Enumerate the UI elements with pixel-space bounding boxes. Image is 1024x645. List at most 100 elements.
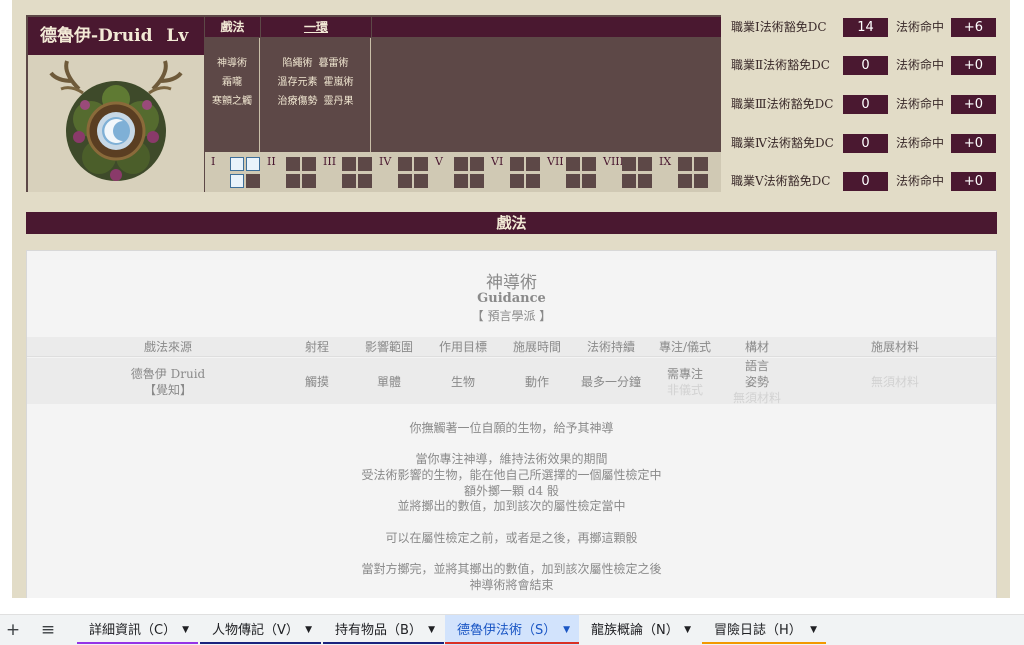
dc-row-class-3: 職業Ⅲ法術豁免DC 0 法術命中 +0	[731, 94, 1006, 114]
level1-spell-item[interactable]: 霍嵐術	[324, 73, 354, 92]
spell-name-english: Guidance	[477, 291, 546, 306]
spell-hit-value[interactable]: +0	[951, 56, 996, 75]
header-area: 影響範圍	[364, 340, 414, 354]
spell-slot-checkbox[interactable]	[678, 157, 692, 171]
component-verbal: 語言	[744, 359, 770, 373]
spell-slot-checkbox[interactable]	[622, 157, 636, 171]
all-sheets-menu-icon[interactable]: ≡	[38, 619, 58, 641]
tab-color-underline	[200, 642, 321, 644]
spell-slot-checkbox[interactable]	[526, 174, 540, 188]
spell-slot-checkbox[interactable]	[566, 157, 580, 171]
spell-slot-group: VIII	[600, 154, 654, 190]
chevron-down-icon[interactable]: ▼	[305, 615, 312, 645]
spell-slot-level-label: V	[435, 155, 443, 168]
spell-slot-checkbox[interactable]	[414, 157, 428, 171]
spell-slot-checkbox[interactable]	[230, 157, 244, 171]
description-line: 神導術將會結束	[469, 577, 554, 592]
description-line	[27, 437, 996, 453]
spell-slot-checkbox[interactable]	[286, 174, 300, 188]
spell-slot-checkbox[interactable]	[246, 157, 260, 171]
chevron-down-icon[interactable]: ▼	[428, 615, 435, 645]
spell-casting-time: 動作	[524, 375, 550, 389]
spell-slot-checkbox[interactable]	[510, 157, 524, 171]
spell-slot-checkbox[interactable]	[246, 174, 260, 188]
cantrip-item[interactable]: 寒顫之觸	[205, 92, 259, 111]
spell-description: 你撫觸著一位自願的生物，給予其神導 當你專注神導，維持法術效果的期間 受法術影響…	[27, 421, 996, 594]
dc-value[interactable]: 0	[843, 134, 888, 153]
tab-dragon-lore[interactable]: 龍族概論（N） ▼	[579, 615, 700, 645]
section-title: 戲法	[26, 212, 997, 234]
spell-duration: 最多一分鐘	[580, 375, 642, 389]
spell-slot-checkbox[interactable]	[342, 174, 356, 188]
spell-slot-checkbox[interactable]	[566, 174, 580, 188]
level1-spell-item[interactable]: 溫存元素	[278, 73, 318, 92]
sheet-tab-bar: + ≡ 詳細資訊（C） ▼ 人物傳記（V） ▼ 持有物品（B） ▼ 德魯伊法術（…	[0, 614, 1024, 645]
spell-slot-checkbox[interactable]	[302, 174, 316, 188]
spell-slot-checkbox[interactable]	[454, 157, 468, 171]
spell-slot-checkbox[interactable]	[622, 174, 636, 188]
description-line: 當你專注神導，維持法術效果的期間	[415, 452, 608, 467]
dc-value[interactable]: 0	[843, 95, 888, 114]
add-sheet-icon[interactable]: +	[3, 619, 23, 641]
spell-slot-checkbox[interactable]	[414, 174, 428, 188]
spell-slot-checkbox[interactable]	[694, 174, 708, 188]
dc-value[interactable]: 0	[843, 56, 888, 75]
chevron-down-icon[interactable]: ▼	[810, 615, 817, 645]
spell-hit-label: 法術命中	[896, 20, 945, 34]
spell-hit-value[interactable]: +0	[951, 134, 996, 153]
spell-slot-checkbox[interactable]	[342, 157, 356, 171]
spell-slot-checkbox[interactable]	[302, 157, 316, 171]
spell-slot-checkbox[interactable]	[582, 174, 596, 188]
spell-slot-checkbox[interactable]	[398, 157, 412, 171]
spell-slot-checkbox[interactable]	[358, 157, 372, 171]
level1-spell-item[interactable]: 靈丹果	[324, 92, 354, 111]
tab-biography[interactable]: 人物傳記（V） ▼	[200, 615, 321, 645]
dc-value[interactable]: 0	[843, 172, 888, 191]
tab-druid-spells[interactable]: 德魯伊法術（S） ▼	[445, 615, 579, 645]
spell-slot-checkbox[interactable]	[678, 174, 692, 188]
cantrip-item[interactable]: 霜嚨	[205, 73, 259, 92]
chevron-down-icon[interactable]: ▼	[684, 615, 691, 645]
spell-slot-checkbox[interactable]	[470, 157, 484, 171]
spell-slot-group: VII	[544, 154, 598, 190]
spell-slot-level-label: IX	[659, 155, 672, 168]
character-sheet: 德魯伊-Druid Lv 2	[12, 0, 1010, 598]
spell-slot-level-label: I	[211, 155, 216, 168]
cantrip-item[interactable]: 神導術	[205, 54, 259, 73]
spell-hit-value[interactable]: +0	[951, 172, 996, 191]
dc-value[interactable]: 14	[843, 18, 888, 37]
chevron-down-icon[interactable]: ▼	[182, 615, 189, 645]
spell-area: 單體	[376, 375, 402, 389]
level1-spell-item[interactable]: 暮雷術	[319, 54, 349, 73]
spell-detail-card: 神導術 Guidance 【 預言學派 】 戲法來源 射程 影響範圍 作用目標 …	[26, 250, 997, 598]
spell-slot-checkbox[interactable]	[286, 157, 300, 171]
spell-slot-checkbox[interactable]	[510, 174, 524, 188]
spell-hit-value[interactable]: +6	[951, 18, 996, 37]
spell-slot-group: IX	[656, 154, 710, 190]
spell-slot-checkbox[interactable]	[582, 157, 596, 171]
spell-slot-checkbox[interactable]	[694, 157, 708, 171]
tab-adventure-log[interactable]: 冒險日誌（H） ▼	[702, 615, 826, 645]
cantrip-column-header: 戲法	[205, 17, 260, 37]
spell-slot-checkbox[interactable]	[638, 174, 652, 188]
spell-slot-checkbox[interactable]	[454, 174, 468, 188]
spell-hit-value[interactable]: +0	[951, 95, 996, 114]
spell-slot-checkbox[interactable]	[638, 157, 652, 171]
class-name: 德魯伊-Druid	[40, 26, 153, 46]
tab-inventory[interactable]: 持有物品（B） ▼	[323, 615, 444, 645]
spell-slot-checkbox[interactable]	[526, 157, 540, 171]
spell-slot-checkbox[interactable]	[470, 174, 484, 188]
spell-slot-level-label: III	[323, 155, 337, 168]
spell-slot-checkbox[interactable]	[230, 174, 244, 188]
tab-details[interactable]: 詳細資訊（C） ▼	[77, 615, 198, 645]
spell-slot-group: III	[320, 154, 374, 190]
spell-info-header: 戲法來源 射程 影響範圍 作用目標 施展時間 法術持續 專注/儀式 構材 施展材…	[27, 337, 996, 357]
chevron-down-icon[interactable]: ▼	[563, 615, 570, 645]
level1-spell-item[interactable]: 陷繩術	[283, 54, 313, 73]
level1-spell-item[interactable]: 治療傷勢	[278, 92, 318, 111]
spell-name: 神導術	[486, 273, 537, 293]
description-line: 受法術影響的生物，能在他自己所選擇的一個屬性檢定中	[361, 468, 662, 483]
spell-slot-checkbox[interactable]	[358, 174, 372, 188]
higher-levels-column-header	[372, 17, 721, 37]
spell-slot-checkbox[interactable]	[398, 174, 412, 188]
